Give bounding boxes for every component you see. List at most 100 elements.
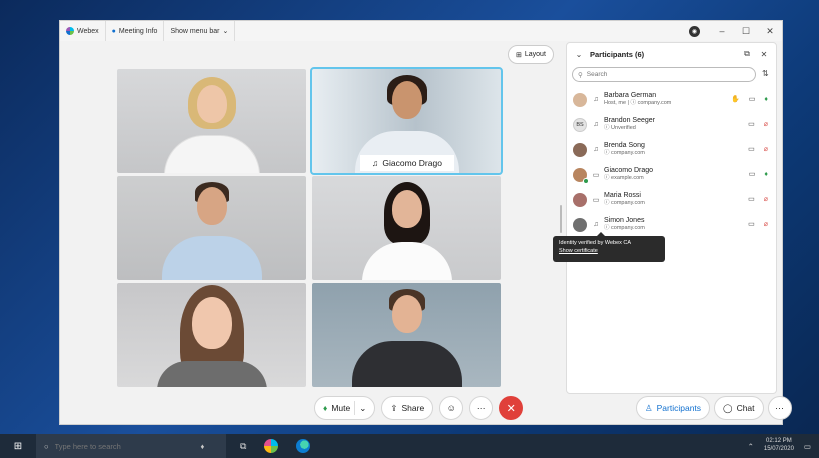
popout-icon[interactable]: ⧉ [741, 49, 753, 59]
mic-on-icon[interactable]: ♦ [764, 96, 768, 103]
splitter-handle[interactable] [560, 205, 562, 233]
headset-icon: ♫ [593, 146, 599, 153]
mic-muted-icon[interactable]: ⌀ [764, 220, 768, 228]
maximize-button[interactable]: ☐ [734, 26, 758, 37]
presence-badge [583, 177, 589, 184]
chevron-down-icon[interactable]: ⌄ [359, 403, 366, 414]
clock-date: 15/07/2020 [763, 446, 794, 452]
webex-window: Webex ● Meeting Info Show menu bar ⌄ ◉ –… [59, 20, 792, 425]
verified-icon: ⓘ [604, 200, 610, 207]
cortana-icon: ○ [44, 441, 49, 451]
mic-muted-icon[interactable]: ⌀ [764, 145, 768, 153]
webex-logo-icon [66, 27, 74, 35]
mic-muted-icon[interactable]: ⌀ [764, 120, 768, 128]
meeting-info-label: Meeting Info [118, 27, 158, 35]
headset-icon: ♫ [593, 121, 599, 128]
share-icon: ⇪ [390, 402, 398, 413]
show-menu-bar-button[interactable]: Show menu bar ⌄ [164, 21, 236, 41]
notification-icon[interactable]: ▭ [804, 442, 811, 451]
participant-domain: company.com [637, 100, 672, 107]
search-input[interactable] [586, 71, 737, 78]
more-options-button[interactable]: ··· [469, 396, 494, 420]
participant-role: Host, me [604, 100, 627, 107]
participants-panel: ⌄ Participants (6) ⧉ ✕ ⚲ ⇅ ♫ Barbara Ger… [566, 42, 777, 394]
panel-header: ⌄ Participants (6) ⧉ ✕ [567, 43, 776, 65]
share-button[interactable]: ⇪ Share [381, 396, 434, 420]
video-tile[interactable] [312, 176, 501, 280]
chevron-up-icon[interactable]: ⌃ [748, 442, 754, 451]
app-name: Webex [77, 27, 99, 35]
smiley-icon: ☺ [446, 403, 456, 413]
participants-toggle-button[interactable]: ♙ Participants [636, 396, 711, 420]
verified-icon[interactable]: ⓘ [604, 225, 610, 231]
collapse-chevron-icon[interactable]: ⌄ [573, 50, 585, 59]
mic-icon[interactable]: ♦ [201, 442, 205, 451]
taskbar-search-input[interactable] [54, 441, 195, 451]
verified-icon: ⓘ [604, 150, 610, 157]
avatar [573, 167, 589, 184]
minimize-button[interactable]: – [710, 26, 734, 36]
participant-row[interactable]: ▭ Giacomo Drago ⓘ example.com ▭ ♦ [567, 162, 776, 187]
participant-row[interactable]: ♫ Brenda Song ⓘ company.com ▭ ⌀ [567, 137, 776, 162]
camera-icon: ▭ [748, 171, 756, 178]
camera-icon: ▭ [748, 221, 755, 228]
mic-muted-icon[interactable]: ⌀ [764, 195, 768, 203]
meeting-info-button[interactable]: ● Meeting Info [106, 21, 165, 41]
close-window-button[interactable]: ✕ [758, 26, 782, 37]
more-panels-button[interactable]: ··· [767, 396, 792, 420]
camera-icon: ▭ [748, 96, 756, 103]
compass-icon[interactable]: ◉ [689, 25, 700, 37]
panel-title: Participants (6) [590, 49, 645, 59]
chat-bubble-icon: ◯ [723, 402, 733, 413]
verified-icon: ⓘ [604, 175, 610, 182]
video-tile-active-speaker[interactable]: ♫ Giacomo Drago [310, 67, 503, 175]
layout-label: Layout [524, 51, 546, 58]
taskbar-search[interactable]: ○ ♦ [36, 434, 226, 458]
microphone-icon: ♫ [372, 158, 379, 168]
video-tile[interactable] [312, 283, 501, 387]
identity-tooltip: Identity verified by Webex CA Show certi… [553, 232, 665, 262]
show-certificate-link[interactable]: Show certificate [559, 248, 659, 256]
laptop-icon: ▭ [592, 196, 600, 204]
clock-time: 02:12 PM [766, 438, 792, 445]
chat-label: Chat [736, 403, 755, 413]
search-icon: ⚲ [578, 71, 583, 79]
avatar [573, 217, 587, 232]
people-icon: ♙ [645, 402, 653, 413]
mic-on-icon[interactable]: ♦ [764, 171, 768, 178]
share-label: Share [401, 403, 425, 413]
video-tile[interactable] [117, 176, 306, 280]
avatar [573, 92, 587, 107]
participant-row[interactable]: ♫ Barbara German Host, me | ⓘ company.co… [567, 87, 776, 112]
mute-button[interactable]: ♦ Mute ⌄ [314, 396, 376, 420]
tooltip-text: Identity verified by Webex CA [559, 240, 632, 246]
ellipsis-icon: ··· [476, 403, 486, 413]
camera-icon: ▭ [748, 196, 755, 203]
headset-icon: ♫ [593, 96, 599, 103]
end-call-button[interactable]: ✕ [499, 396, 524, 420]
video-tile[interactable] [117, 283, 306, 387]
sort-icon[interactable]: ⇅ [762, 69, 769, 78]
task-view-icon[interactable]: ⧉ [240, 441, 246, 452]
close-panel-icon[interactable]: ✕ [758, 50, 770, 59]
participant-row[interactable]: ▭ Maria Rossi ⓘ company.com ▭ ⌀ [567, 187, 776, 212]
chat-toggle-button[interactable]: ◯ Chat [714, 396, 764, 420]
title-bar: Webex ● Meeting Info Show menu bar ⌄ ◉ –… [60, 21, 782, 41]
webex-menu[interactable]: Webex [60, 21, 106, 41]
reactions-button[interactable]: ☺ [439, 396, 464, 420]
video-tile[interactable] [117, 69, 306, 173]
webex-app-icon[interactable] [264, 439, 279, 453]
camera-icon: ▭ [748, 146, 755, 153]
avatar: BS [573, 117, 587, 132]
avatar [573, 142, 587, 157]
windows-start-icon[interactable]: ⊞ [0, 441, 36, 452]
layout-button[interactable]: ⊞ Layout [508, 45, 554, 64]
clock[interactable]: 02:12 PM 15/07/2020 [764, 438, 794, 454]
participant-search[interactable]: ⚲ [572, 67, 756, 82]
mute-label: Mute [331, 403, 351, 413]
participant-row[interactable]: BS ♫ Brandon Seeger ⓘ Unverified ▭ ⌀ [567, 112, 776, 137]
meeting-controls: ♦ Mute ⌄ ⇪ Share ☺ ··· ✕ [314, 396, 524, 420]
participants-label: Participants [656, 403, 702, 413]
edge-app-icon[interactable] [296, 439, 311, 453]
system-tray: ⌃ 02:12 PM 15/07/2020 ▭ [748, 438, 819, 454]
